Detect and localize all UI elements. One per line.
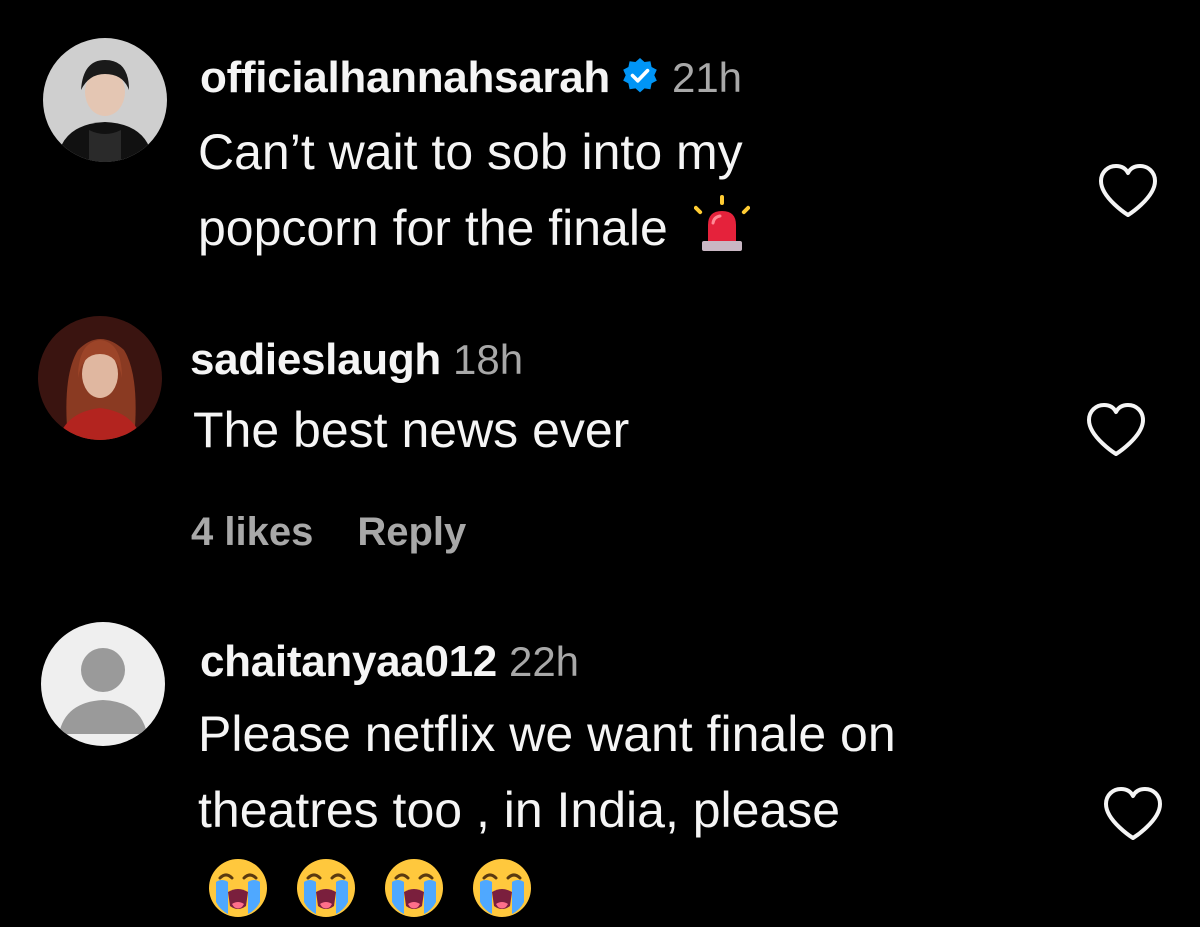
comment-text-line: The best news ever <box>193 402 630 458</box>
comment-timestamp[interactable]: 22h <box>509 638 579 685</box>
comment-text-line: theatres too , in India, please <box>198 782 841 838</box>
comment-text-line: popcorn for the finale <box>198 190 750 266</box>
reply-button[interactable]: Reply <box>357 510 466 554</box>
heart-outline-icon <box>1087 403 1145 456</box>
avatar[interactable] <box>41 622 165 746</box>
emoji-row <box>206 856 558 925</box>
loudly-crying-face-emoji <box>294 856 358 920</box>
comment-item: officialhannahsarah 21h Can’t wait to sob… <box>0 0 1200 300</box>
like-button[interactable] <box>1097 163 1159 219</box>
comment-item: sadieslaugh 18h The best news ever 4 like… <box>0 300 1200 600</box>
comment-text: Can’t wait to sob into my popcorn for th… <box>198 114 750 266</box>
loudly-crying-face-emoji <box>206 856 270 920</box>
avatar[interactable] <box>43 38 167 162</box>
comment-timestamp[interactable]: 18h <box>453 336 523 383</box>
comment-username[interactable]: chaitanyaa012 <box>200 637 497 686</box>
comment-text: Please netflix we want finale on theatre… <box>198 696 896 848</box>
heart-outline-icon <box>1099 164 1157 217</box>
comment-text-line-content: popcorn for the finale <box>198 200 668 256</box>
like-button[interactable] <box>1102 786 1164 842</box>
comment-text-line: Can’t wait to sob into my <box>198 124 743 180</box>
comment-text: The best news ever <box>193 392 629 468</box>
police-car-light-emoji <box>693 195 750 253</box>
default-avatar-icon <box>41 622 165 746</box>
comment-text-line: Please netflix we want finale on <box>198 706 896 762</box>
likes-count[interactable]: 4 likes <box>191 510 313 554</box>
comment-username[interactable]: sadieslaugh <box>190 335 441 384</box>
like-button[interactable] <box>1085 402 1147 458</box>
verified-badge-icon <box>620 56 660 96</box>
comment-timestamp[interactable]: 21h <box>672 54 742 101</box>
comment-item: chaitanyaa012 22h Please netflix we want … <box>0 600 1200 927</box>
comment-username[interactable]: officialhannahsarah <box>200 53 610 102</box>
heart-outline-icon <box>1104 787 1162 840</box>
loudly-crying-face-emoji <box>470 856 534 920</box>
loudly-crying-face-emoji <box>382 856 446 920</box>
avatar[interactable] <box>38 316 162 440</box>
